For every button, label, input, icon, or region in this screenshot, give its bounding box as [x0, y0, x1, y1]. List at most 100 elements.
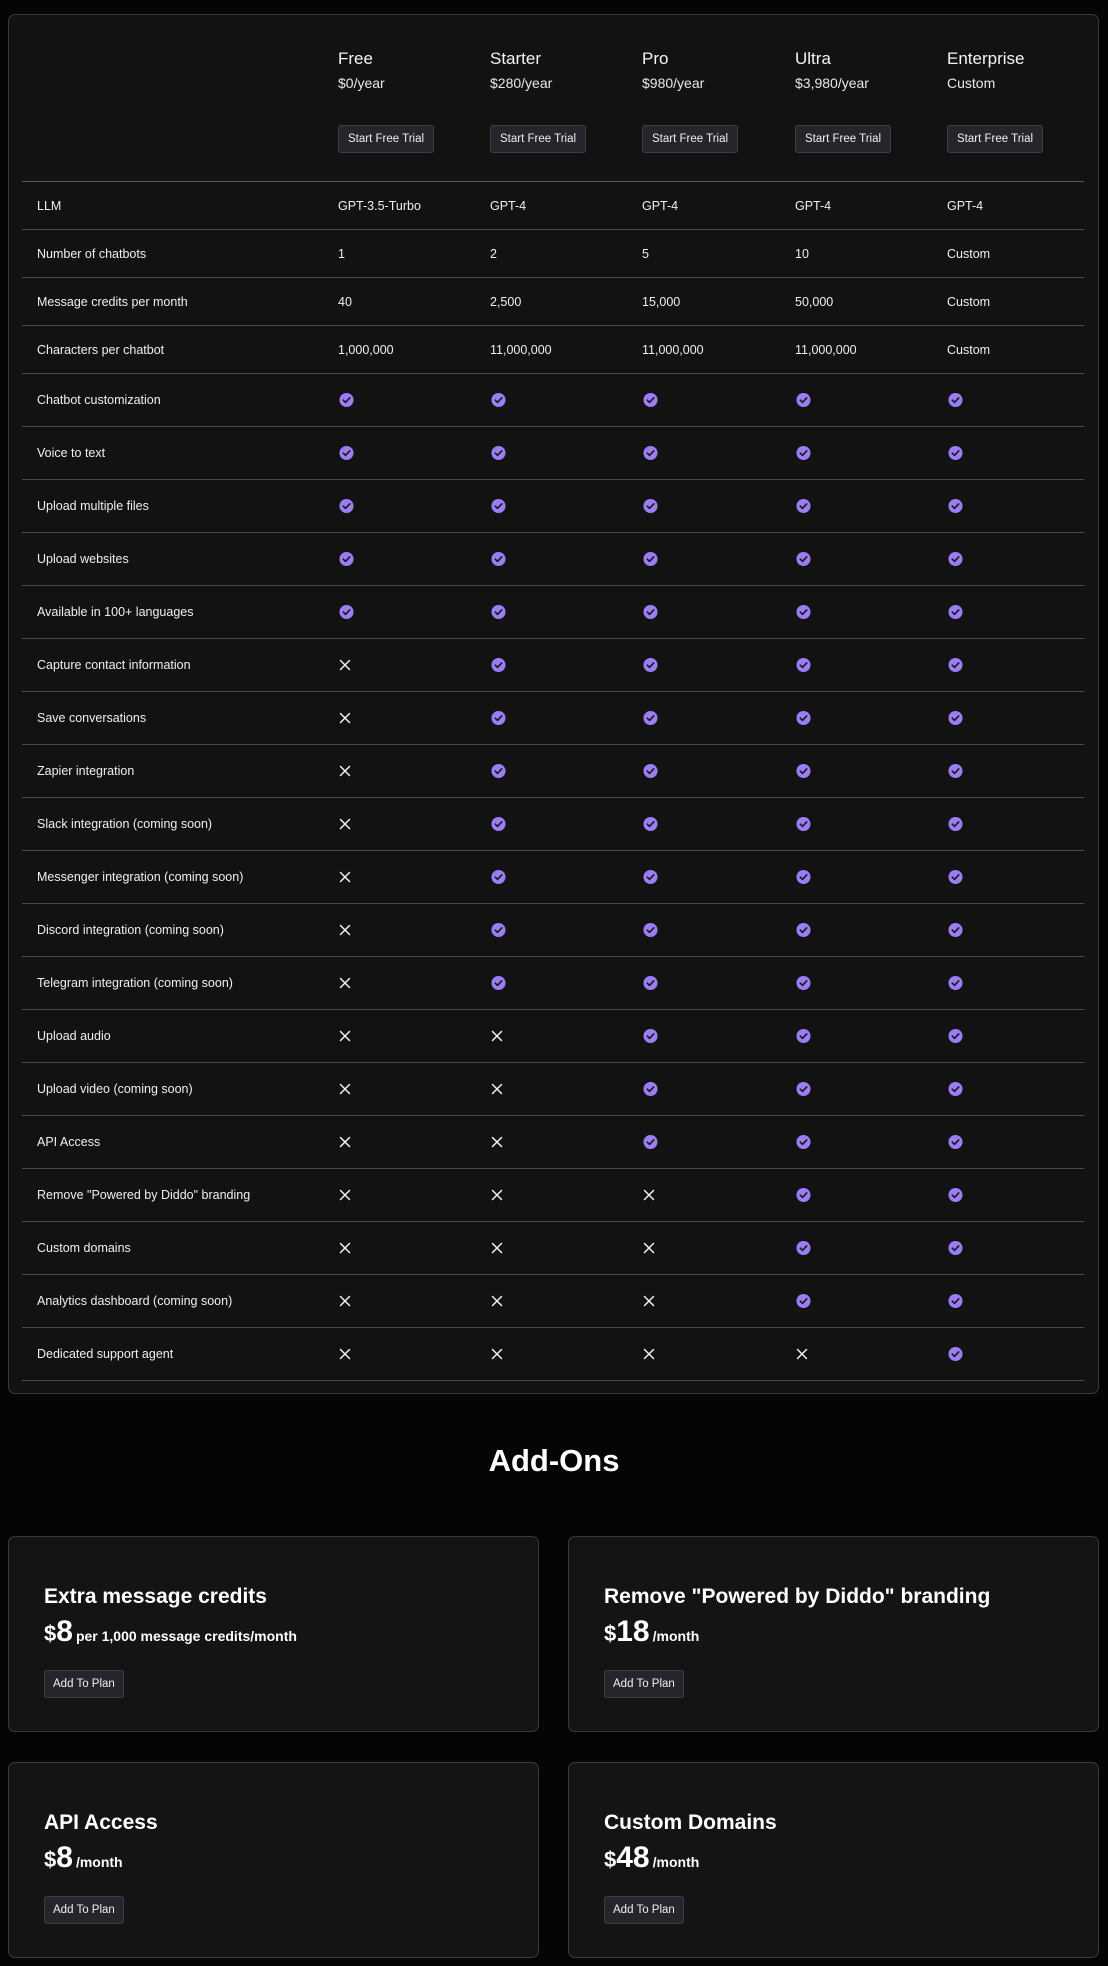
feature-row: Chatbot customization: [22, 374, 1084, 427]
feature-row: Analytics dashboard (coming soon): [22, 1275, 1084, 1328]
feature-row: Remove "Powered by Diddo" branding: [22, 1169, 1084, 1222]
check-icon: [339, 551, 354, 567]
check-icon: [796, 975, 811, 991]
feature-value: GPT-4: [795, 198, 832, 213]
check-icon: [796, 392, 811, 408]
cross-icon: [796, 1348, 808, 1360]
feature-label: LLM: [37, 198, 62, 213]
cross-icon: [491, 1348, 503, 1360]
start-free-trial-button-pro[interactable]: Start Free Trial: [642, 125, 739, 153]
feature-value: 1: [338, 246, 345, 261]
cross-icon: [643, 1295, 655, 1307]
feature-row: Capture contact information: [22, 639, 1084, 692]
feature-value: Custom: [947, 246, 991, 261]
feature-value: GPT-4: [642, 198, 679, 213]
plan-ultra: Ultra $3,980/year: [795, 48, 935, 92]
check-icon: [796, 1081, 811, 1097]
cross-icon: [339, 1030, 351, 1042]
plan-name: Free: [338, 49, 373, 68]
feature-label: Slack integration (coming soon): [37, 817, 213, 831]
feature-value: 15,000: [642, 294, 681, 309]
add-to-plan-button[interactable]: Add To Plan: [44, 1670, 124, 1698]
check-icon: [948, 710, 963, 726]
addons-title: Add-Ons: [488, 1443, 620, 1478]
cross-icon: [643, 1348, 655, 1360]
check-icon: [948, 551, 963, 567]
check-icon: [339, 498, 354, 514]
add-to-plan-button[interactable]: Add To Plan: [604, 1896, 684, 1924]
feature-label: Save conversations: [37, 711, 147, 725]
check-icon: [491, 498, 506, 514]
feature-label: Chatbot customization: [37, 393, 161, 407]
addon-currency: $: [44, 1847, 57, 1872]
feature-label: Analytics dashboard (coming soon): [37, 1294, 233, 1308]
addon-currency: $: [44, 1621, 57, 1646]
add-to-plan-button[interactable]: Add To Plan: [44, 1896, 124, 1924]
cross-icon: [339, 1136, 351, 1148]
feature-row: Dedicated support agent: [22, 1328, 1084, 1381]
feature-value: 2: [490, 246, 497, 261]
check-icon: [643, 1134, 658, 1150]
feature-label: Upload multiple files: [37, 499, 149, 513]
cross-icon: [491, 1189, 503, 1201]
feature-value: Custom: [947, 294, 991, 309]
addon-card: Remove "Powered by Diddo" branding $18/mo…: [568, 1536, 1099, 1732]
cross-icon: [491, 1242, 503, 1254]
feature-row: Available in 100+ languages: [22, 586, 1084, 639]
plan-enterprise: Enterprise Custom: [947, 48, 1087, 92]
cross-icon: [491, 1083, 503, 1095]
feature-label: Characters per chatbot: [37, 342, 165, 357]
start-free-trial-button-enterprise[interactable]: Start Free Trial: [947, 125, 1044, 153]
feature-row: Custom domains: [22, 1222, 1084, 1275]
check-icon: [948, 1187, 963, 1203]
cross-icon: [491, 1030, 503, 1042]
check-icon: [796, 1028, 811, 1044]
check-icon: [948, 1081, 963, 1097]
check-icon: [643, 763, 658, 779]
feature-row: Upload websites: [22, 533, 1084, 586]
check-icon: [796, 710, 811, 726]
cross-icon: [643, 1242, 655, 1254]
check-icon: [948, 498, 963, 514]
feature-value: 11,000,000: [795, 342, 857, 357]
feature-row: Voice to text: [22, 427, 1084, 480]
cross-icon: [339, 818, 351, 830]
feature-value: Custom: [947, 342, 991, 357]
start-free-trial-button-ultra[interactable]: Start Free Trial: [795, 125, 892, 153]
feature-value: 2,500: [490, 294, 522, 309]
check-icon: [643, 816, 658, 832]
cross-icon: [339, 712, 351, 724]
plan-price: $280/year: [490, 75, 553, 91]
check-icon: [948, 657, 963, 673]
feature-row: Save conversations: [22, 692, 1084, 745]
check-icon: [796, 604, 811, 620]
cross-icon: [339, 1348, 351, 1360]
addon-name: Extra message credits: [44, 1585, 267, 1608]
start-free-trial-button-starter[interactable]: Start Free Trial: [490, 125, 587, 153]
feature-value: 1,000,000: [338, 342, 394, 357]
addon-currency: $: [604, 1621, 617, 1646]
feature-label: Number of chatbots: [37, 246, 147, 261]
add-to-plan-button[interactable]: Add To Plan: [604, 1670, 684, 1698]
cross-icon: [339, 1083, 351, 1095]
start-free-trial-button-free[interactable]: Start Free Trial: [338, 125, 435, 153]
feature-value: GPT-3.5-Turbo: [338, 198, 421, 213]
addon-price: $48/month: [604, 1841, 699, 1875]
feature-value: 11,000,000: [490, 342, 552, 357]
addon-unit: /month: [75, 1854, 123, 1870]
feature-label: Remove "Powered by Diddo" branding: [37, 1188, 251, 1202]
feature-row: Upload audio: [22, 1010, 1084, 1063]
feature-label: Custom domains: [37, 1241, 131, 1255]
addon-unit: /month: [652, 1628, 700, 1644]
feature-row: LLM GPT-3.5-Turbo GPT-4 GPT-4 GPT-4 GPT-4: [22, 182, 1084, 230]
feature-label: Messenger integration (coming soon): [37, 870, 244, 884]
check-icon: [643, 922, 658, 938]
feature-label: Message credits per month: [37, 294, 188, 309]
check-icon: [948, 1134, 963, 1150]
feature-row: Discord integration (coming soon): [22, 904, 1084, 957]
plan-pro: Pro $980/year: [642, 48, 782, 92]
addon-unit: /month: [652, 1854, 700, 1870]
check-icon: [948, 1293, 963, 1309]
feature-label: Upload video (coming soon): [37, 1082, 193, 1096]
check-icon: [796, 1293, 811, 1309]
